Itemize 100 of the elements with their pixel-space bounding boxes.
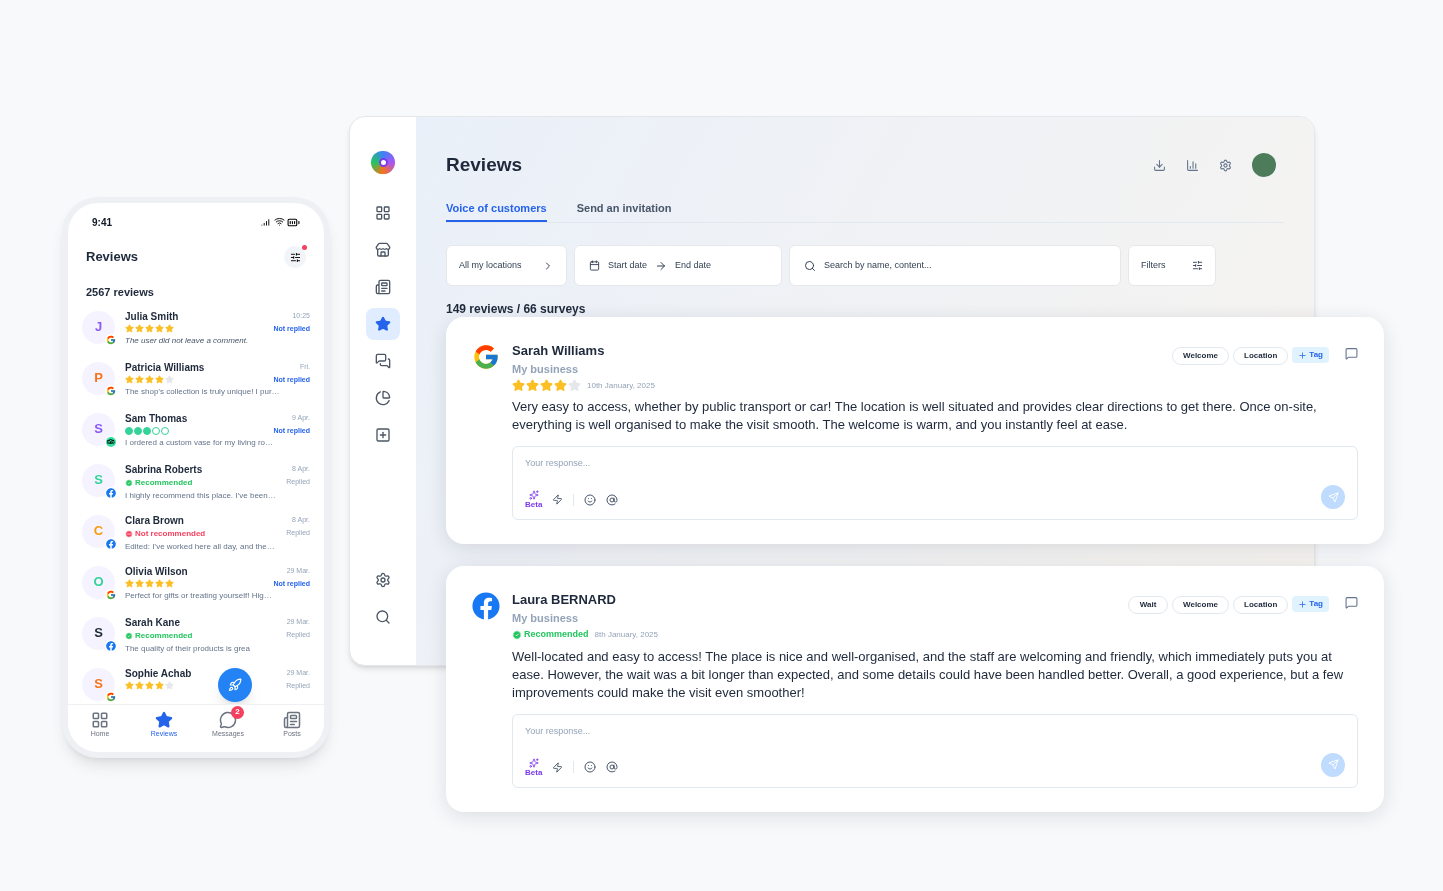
star-icon — [155, 375, 164, 385]
review-date: 8th January, 2025 — [594, 628, 658, 641]
check-icon — [125, 631, 133, 640]
facebook-logo-icon — [106, 640, 116, 651]
mention-icon[interactable] — [606, 493, 619, 506]
filter-button[interactable] — [284, 246, 306, 268]
user-avatar[interactable] — [1252, 153, 1276, 178]
comment-icon[interactable] — [1345, 596, 1358, 609]
filter-icon — [289, 251, 301, 263]
reviewer-name: Sam Thomas — [125, 411, 188, 426]
google-logo-icon — [106, 334, 116, 345]
beta-label: Beta — [525, 500, 543, 509]
star-icon — [155, 681, 164, 691]
review-date: 10th January, 2025 — [587, 379, 655, 392]
start-date: Start date — [608, 258, 648, 272]
chat-icon — [375, 352, 391, 369]
wifi-icon — [274, 216, 285, 227]
star-icon — [145, 375, 154, 385]
star-icon — [526, 379, 539, 392]
review-text: Very easy to access, whether by public transport or car! The location is well situated and provides clear directions to get there. Once on-site, everything is well organised to make the visit smooth. The welcome is warm, and you instantly feel at ease. — [512, 398, 1318, 434]
review-summary: 149 reviews / 66 surveys — [446, 301, 587, 318]
rocket-button[interactable] — [218, 667, 252, 702]
review-excerpt: I highly recommend this place. I’ve been… — [125, 489, 276, 502]
facebook-logo-icon — [106, 487, 116, 498]
reviewer-name: Sarah Williams — [512, 342, 606, 360]
plus-icon — [1298, 350, 1308, 360]
store-icon — [375, 241, 391, 258]
avatar-initial: J — [82, 310, 115, 344]
reviewer-name: Patricia Williams — [125, 360, 205, 375]
star-icon — [155, 324, 164, 334]
owl-logo-icon — [106, 436, 116, 447]
google-logo-icon — [472, 343, 500, 371]
star-icon — [512, 379, 525, 392]
search-input[interactable]: Search by name, content... — [824, 258, 1106, 273]
recommended-label: Recommended — [135, 476, 193, 489]
apps-icon — [375, 426, 391, 443]
chat-icon — [219, 710, 237, 729]
lightning-icon[interactable] — [552, 494, 564, 505]
star-icon — [540, 379, 553, 392]
response-input[interactable]: Your response... — [525, 724, 1345, 738]
grid-icon — [375, 204, 391, 221]
minus-icon — [125, 529, 133, 538]
add-tag-button[interactable]: Tag — [1292, 347, 1329, 363]
grid-icon — [91, 710, 109, 729]
avatar-initial: S — [82, 667, 115, 701]
review-excerpt: Edited: I’ve worked here all day, and the… — [125, 540, 275, 553]
response-field[interactable]: Your response... Beta — [512, 713, 1358, 788]
avatar-initial: P — [82, 361, 115, 395]
reviewer-name: Sarah Kane — [125, 615, 181, 630]
star-icon — [165, 579, 174, 589]
response-field[interactable]: Your response... Beta — [512, 446, 1358, 520]
star-icon — [568, 379, 581, 392]
review-excerpt: The shop’s collection is truly unique! I pur… — [125, 386, 280, 398]
pie-chart-icon — [375, 389, 391, 406]
recommended-label: Recommended — [524, 628, 589, 641]
sparkles-icon[interactable] — [528, 757, 539, 768]
response-input[interactable]: Your response... — [525, 457, 1345, 471]
business-name: My business — [512, 610, 580, 626]
bar-chart-icon[interactable] — [1186, 158, 1199, 172]
not-recommended-label: Not recommended — [135, 527, 206, 540]
comment-icon[interactable] — [1345, 347, 1358, 360]
star-icon — [125, 324, 134, 334]
battery-icon — [287, 216, 300, 229]
mention-icon[interactable] — [606, 761, 619, 773]
google-logo-icon — [106, 385, 116, 396]
date-range-field[interactable]: Start date End date — [574, 245, 782, 286]
avatar-initial: S — [82, 616, 115, 650]
reviewer-name: Sophie Achab — [125, 666, 192, 681]
emoji-icon[interactable] — [584, 761, 597, 773]
download-icon[interactable] — [1153, 158, 1166, 172]
plus-icon — [1298, 599, 1308, 609]
newspaper-icon — [375, 278, 391, 295]
sparkles-icon[interactable] — [528, 490, 539, 500]
lightning-icon[interactable] — [552, 761, 564, 773]
google-logo-icon — [106, 691, 116, 702]
locations-dropdown[interactable]: All my locations — [446, 245, 567, 286]
tab[interactable]: Voice of customers — [446, 199, 547, 222]
search-icon — [375, 609, 391, 625]
star-icon — [145, 324, 154, 334]
sidebar-item[interactable] — [366, 307, 400, 340]
add-tag-button[interactable]: Tag — [1292, 596, 1329, 612]
star-icon — [554, 379, 567, 392]
tab[interactable]: Send an invitation — [576, 199, 672, 222]
review-excerpt: Perfect for gifts or treating yourself! Hig… — [125, 590, 272, 602]
emoji-icon[interactable] — [584, 493, 597, 506]
review-excerpt: I ordered a custom vase for my living ro… — [125, 437, 274, 449]
star-icon — [135, 579, 144, 589]
check-icon — [512, 629, 522, 640]
star-icon — [125, 579, 134, 589]
settings-icon[interactable] — [1219, 158, 1232, 172]
facebook-logo-icon — [472, 592, 500, 620]
filters-button[interactable]: Filters — [1128, 245, 1216, 286]
star-icon — [145, 579, 154, 589]
star-icon — [135, 375, 144, 385]
search-icon — [804, 259, 816, 272]
search-field[interactable]: Search by name, content... — [789, 245, 1121, 286]
rocket-icon — [228, 677, 242, 692]
facebook-logo-icon — [106, 538, 116, 549]
review-count: 2567 reviews — [85, 285, 155, 300]
star-icon — [145, 681, 154, 691]
